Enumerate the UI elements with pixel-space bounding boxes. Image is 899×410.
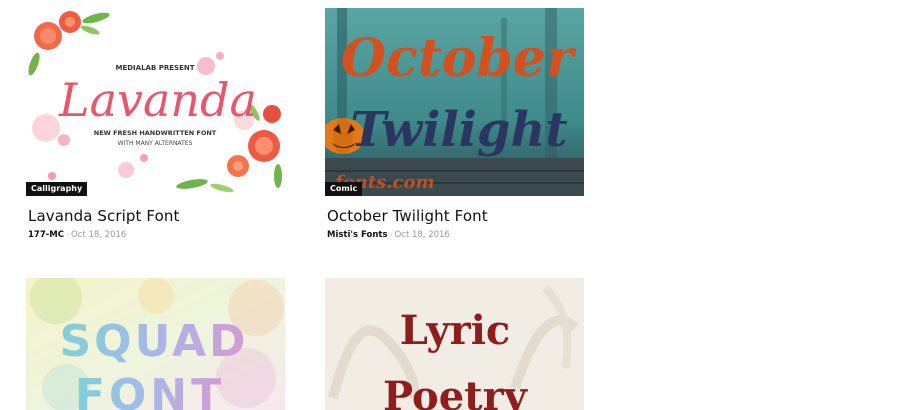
squad-font-preview-art: SQUAD FONT — [26, 278, 285, 410]
category-badge[interactable]: Calligraphy — [26, 182, 88, 196]
font-card: Lyric Poetry — [325, 278, 584, 410]
preview-wordmark: Lavanda — [58, 73, 257, 127]
preview-line-1: October — [341, 28, 577, 89]
lyric-poetry-preview-art: Lyric Poetry — [325, 278, 584, 410]
post-title[interactable]: Lavanda Script Font — [28, 207, 285, 225]
font-card: October Twilight fonts.com Comic October… — [325, 8, 584, 241]
post-date: Oct 18, 2016 — [71, 230, 127, 240]
preview-line-2: FONT — [75, 370, 225, 410]
author-link[interactable]: 177-MC — [28, 230, 64, 240]
preview-subtitle-2: WITH MANY ALTERNATES — [118, 140, 193, 147]
category-badge[interactable]: Comic — [325, 182, 363, 196]
preview-line-1: Lyric — [400, 307, 511, 354]
font-preview-image[interactable]: October Twilight fonts.com Comic — [325, 8, 584, 196]
post-date: Oct 18, 2016 — [394, 230, 450, 240]
font-preview-image[interactable]: MEDIALAB PRESENT Lavanda NEW FRESH HANDW… — [26, 8, 285, 196]
preview-line-2: Poetry — [383, 373, 529, 410]
preview-line-1: SQUAD — [59, 316, 248, 367]
october-twilight-preview-art: October Twilight fonts.com — [325, 8, 584, 196]
font-card: SQUAD FONT — [26, 278, 285, 410]
font-card: MEDIALAB PRESENT Lavanda NEW FRESH HANDW… — [26, 8, 285, 241]
post-meta: Misti's Fonts - Oct 18, 2016 — [327, 230, 584, 241]
font-preview-image[interactable]: Lyric Poetry — [325, 278, 584, 410]
meta-separator: - — [65, 230, 70, 240]
preview-subtitle: NEW FRESH HANDWRITTEN FONT — [94, 129, 217, 137]
post-meta: 177-MC - Oct 18, 2016 — [28, 230, 285, 241]
lavanda-preview-art: MEDIALAB PRESENT Lavanda NEW FRESH HANDW… — [26, 8, 285, 196]
meta-separator: - — [389, 230, 393, 240]
preview-line-2: Twilight — [350, 102, 567, 158]
preview-kicker: MEDIALAB PRESENT — [116, 64, 195, 72]
author-link[interactable]: Misti's Fonts — [327, 230, 388, 240]
post-title[interactable]: October Twilight Font — [327, 207, 584, 225]
font-preview-image[interactable]: SQUAD FONT — [26, 278, 285, 410]
